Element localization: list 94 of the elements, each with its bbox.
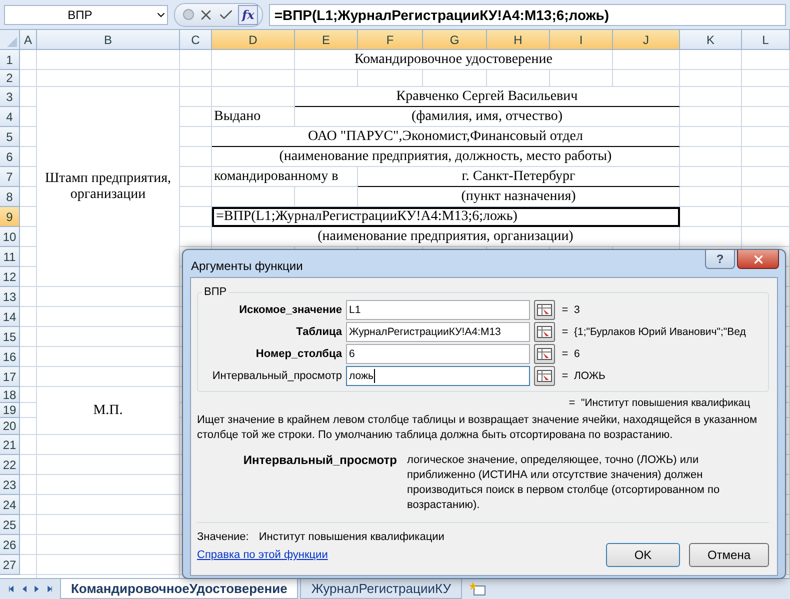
cancel-button[interactable]: Отмена xyxy=(689,543,769,567)
row-header[interactable]: 17 xyxy=(0,367,20,387)
equals-sign: = xyxy=(560,326,570,338)
argument-name: Интервальный_просмотр xyxy=(242,453,397,469)
argument-result: ЛОЖЬ xyxy=(574,370,606,382)
column-header[interactable]: F xyxy=(358,30,423,50)
formula-result: "Институт повышения квалификац xyxy=(581,397,750,409)
value-label: Значение: xyxy=(197,531,249,543)
triangle-icon xyxy=(7,37,17,47)
equals-sign: = xyxy=(560,348,570,360)
range-select-icon xyxy=(537,370,552,382)
argument-label: Искомое_значение xyxy=(238,304,342,316)
input-field[interactable]: ложь xyxy=(346,366,530,386)
column-header[interactable]: A xyxy=(20,30,37,50)
function-name: ВПР xyxy=(203,286,228,298)
range-select-button[interactable] xyxy=(534,344,555,364)
range-select-icon xyxy=(537,304,552,316)
column-header[interactable]: G xyxy=(423,30,487,50)
row-header[interactable]: 27 xyxy=(0,555,20,575)
equals-sign: = xyxy=(560,370,570,382)
argument-result: 3 xyxy=(574,304,580,316)
row-header[interactable]: 8 xyxy=(0,187,20,207)
table-cell: Кравченко Сергей Васильевич xyxy=(295,87,680,107)
row-header[interactable]: 6 xyxy=(0,147,20,167)
row-header[interactable]: 14 xyxy=(0,307,20,327)
argument-label: Таблица xyxy=(295,326,342,338)
row-header[interactable]: 26 xyxy=(0,535,20,555)
input-field[interactable]: L1 xyxy=(346,300,530,320)
range-select-button[interactable] xyxy=(534,300,555,320)
close-button[interactable] xyxy=(737,250,779,269)
sheet-tab[interactable]: КомандировочноеУдостоверение xyxy=(60,579,298,599)
row-header[interactable]: 9 xyxy=(0,207,20,227)
row-header[interactable]: 13 xyxy=(0,287,20,307)
column-header[interactable]: K xyxy=(680,30,742,50)
insert-function-button[interactable]: fx xyxy=(238,4,258,24)
table-cell: ОАО "ПАРУС",Экономист,Финансовый отдел xyxy=(212,127,680,147)
row-header[interactable]: 15 xyxy=(0,327,20,347)
table-cell: г. Санкт-Петербург xyxy=(358,167,680,187)
dialog-title: Аргументы функции xyxy=(191,259,303,273)
row-header[interactable]: 10 xyxy=(0,227,20,247)
equals-sign: = xyxy=(568,397,576,409)
previous-sheet-icon[interactable] xyxy=(20,583,27,595)
row-header[interactable]: 1 xyxy=(0,50,20,70)
column-header[interactable]: C xyxy=(180,30,212,50)
range-select-icon xyxy=(537,326,552,338)
argument-result: 6 xyxy=(574,348,580,360)
insert-sheet-icon[interactable] xyxy=(468,581,488,597)
sheet-tab[interactable]: ЖурналРегистрацииКУ xyxy=(300,579,462,599)
row-header[interactable]: 3 xyxy=(0,87,20,107)
help-button[interactable]: ? xyxy=(705,250,735,269)
row-header[interactable]: 18 xyxy=(0,387,20,403)
formula-field[interactable]: =ВПР(L1;ЖурналРегистрацииКУ!A4:M13;6;ложь) xyxy=(269,4,786,26)
range-select-button[interactable] xyxy=(534,322,555,342)
range-select-icon xyxy=(537,348,552,360)
range-select-button[interactable] xyxy=(534,366,555,386)
row-header[interactable]: 16 xyxy=(0,347,20,367)
row-header[interactable]: 22 xyxy=(0,455,20,475)
input-field[interactable]: ЖурналРегистрацииКУ!A4:M13 xyxy=(346,322,530,342)
row-header[interactable]: 24 xyxy=(0,495,20,515)
row-header[interactable]: 4 xyxy=(0,107,20,127)
column-header[interactable]: E xyxy=(295,30,358,50)
row-header[interactable]: 20 xyxy=(0,418,20,435)
row-header[interactable]: 2 xyxy=(0,70,20,87)
close-icon xyxy=(752,252,764,266)
grip-icon xyxy=(183,9,194,20)
value-text: Институт повышения квалификации xyxy=(258,531,444,543)
row-header[interactable]: 19 xyxy=(0,403,20,418)
next-sheet-icon[interactable] xyxy=(33,583,40,595)
argument-label: Номер_столбца xyxy=(254,348,342,360)
row-header[interactable]: 23 xyxy=(0,475,20,495)
previous-sheet-icon[interactable] xyxy=(8,583,14,595)
row-header[interactable]: 21 xyxy=(0,435,20,455)
column-header[interactable]: L xyxy=(742,30,790,50)
row-header[interactable]: 25 xyxy=(0,515,20,535)
argument-result: {1;"Бурлаков Юрий Иванович";"Вед xyxy=(574,326,746,338)
argument-label: Интервальный_просмотр xyxy=(211,370,342,382)
input-field[interactable]: 6 xyxy=(346,344,530,364)
column-header[interactable]: I xyxy=(550,30,613,50)
next-sheet-icon[interactable] xyxy=(46,583,52,595)
function-description: Ищет значение в крайнем левом столбце таблицы и возвращает значение ячейки, находящейся в указанном столбце той же строки. По умолчанию таблица должна быть отсортирована по возрастанию. xyxy=(197,413,758,443)
argument-description: логическое значение, определяющее, точно (ЛОЖЬ) или приближенно (ИСТИНА или отсутствие значения) должен производиться поиск в первом столбце (отсортированном по возрастанию). xyxy=(407,453,721,513)
row-header[interactable]: 11 xyxy=(0,247,20,267)
column-header[interactable]: B xyxy=(37,30,180,50)
column-header[interactable]: D xyxy=(212,30,295,50)
help-link[interactable]: Справка по этой функции xyxy=(197,549,597,561)
column-header[interactable]: H xyxy=(487,30,550,50)
name-box[interactable]: ВПР xyxy=(4,4,168,24)
row-header[interactable]: 12 xyxy=(0,267,20,287)
table-cell: =ВПР(L1;ЖурналРегистрацииКУ!A4:M13;6;ложь) xyxy=(212,207,680,227)
row-header[interactable]: 7 xyxy=(0,167,20,187)
column-header[interactable]: J xyxy=(613,30,680,50)
row-header[interactable]: 5 xyxy=(0,127,20,147)
equals-sign: = xyxy=(560,304,570,316)
ok-button[interactable]: OK xyxy=(606,543,680,567)
